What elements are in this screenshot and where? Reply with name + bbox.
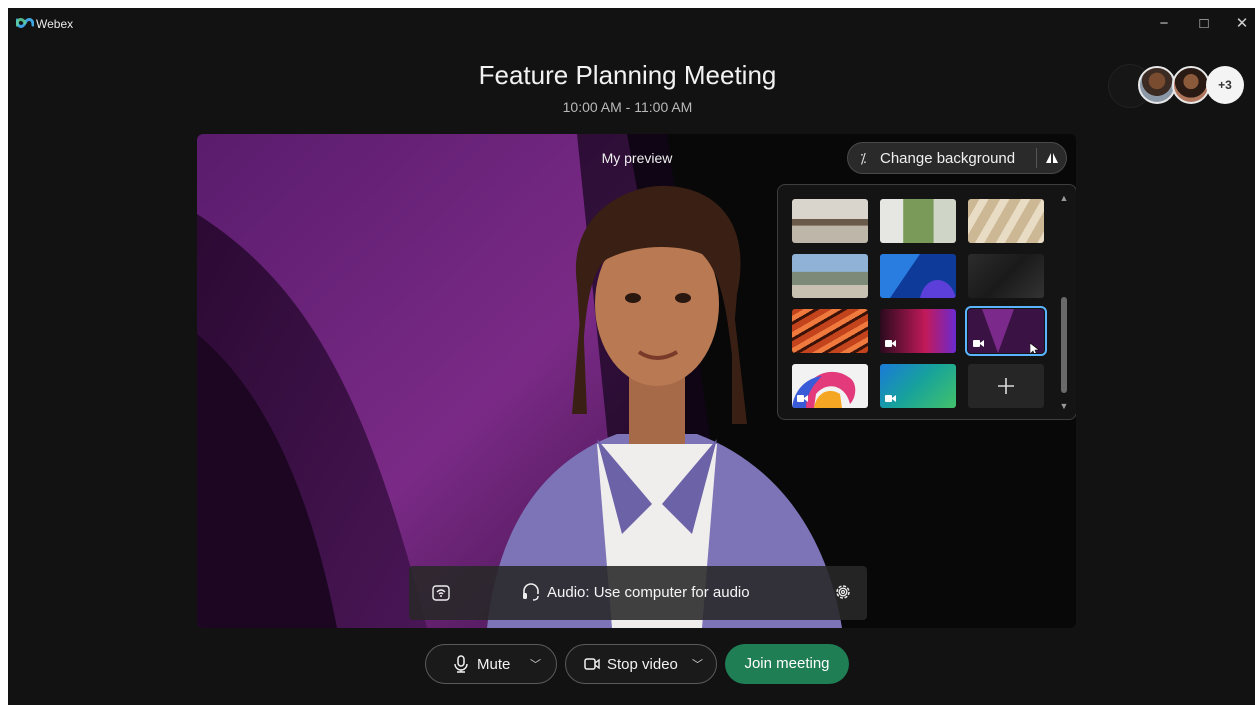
webex-logo-icon (16, 18, 34, 28)
avatar (1172, 66, 1210, 104)
video-background-icon (797, 395, 808, 402)
participant-avatars[interactable]: +3 (1108, 64, 1244, 108)
chevron-down-icon[interactable]: ﹀ (692, 656, 703, 672)
change-background-label: Change background (880, 150, 1016, 167)
background-thumbnail-pink-gradient[interactable] (880, 309, 956, 353)
join-meeting-button[interactable]: Join meeting (725, 644, 849, 684)
headset-icon (523, 583, 539, 601)
stop-video-button[interactable]: Stop video ﹀ (565, 644, 717, 684)
change-background-control: ⁒ Change background (847, 142, 1067, 174)
audio-bar: Audio: Use computer for audio (409, 566, 867, 620)
mouse-cursor-icon (1030, 343, 1040, 353)
stop-video-label: Stop video (607, 656, 678, 673)
scrollbar-thumb[interactable] (1061, 297, 1067, 393)
audio-connection-label[interactable]: Audio: Use computer for audio (547, 584, 750, 601)
preview-label: My preview (601, 150, 673, 166)
maximize-button[interactable]: □ (1192, 14, 1216, 34)
title-bar: Webex − □ ✕ (8, 8, 1255, 40)
magic-wand-icon: ⁒ (860, 150, 867, 166)
background-thumbnail-teal-gradient[interactable] (880, 364, 956, 408)
mute-button[interactable]: Mute ﹀ (425, 644, 557, 684)
close-button[interactable]: ✕ (1230, 14, 1254, 34)
background-thumbnail-sunlit-wall[interactable] (968, 199, 1044, 243)
app-name: Webex (36, 17, 74, 31)
background-thumbnail-greenhouse[interactable] (880, 199, 956, 243)
background-thumbnail-blue-shapes[interactable] (880, 254, 956, 298)
mute-label: Mute (477, 656, 511, 673)
more-participants-badge[interactable]: +3 (1206, 66, 1244, 104)
minimize-button[interactable]: − (1152, 14, 1176, 34)
video-preview: My preview ⁒ Change background ▲ ▼ Audio… (197, 134, 1076, 628)
avatar (1138, 66, 1176, 104)
video-background-icon (973, 340, 984, 347)
collapse-panel-button[interactable] (1037, 143, 1067, 173)
meeting-title: Feature Planning Meeting (478, 60, 777, 90)
chevron-down-icon[interactable]: ﹀ (530, 656, 541, 672)
meeting-time: 10:00 AM - 11:00 AM (562, 99, 693, 115)
background-thumbnail-room[interactable] (792, 199, 868, 243)
background-thumbnail-orange-marble[interactable] (792, 309, 868, 353)
mirror-icon (1046, 153, 1058, 163)
plus-icon (998, 378, 1014, 394)
background-picker-panel: ▲ ▼ (777, 184, 1076, 420)
meeting-controls: Mute ﹀ Stop video ﹀ Join meeting (8, 644, 1255, 684)
video-camera-icon (584, 658, 600, 670)
settings-gear-icon[interactable] (833, 582, 853, 602)
background-thumbnail-dark[interactable] (968, 254, 1044, 298)
video-background-icon (885, 340, 896, 347)
add-background-button[interactable] (968, 364, 1044, 408)
video-background-icon (885, 395, 896, 402)
background-thumbnail-ribbon[interactable] (792, 364, 868, 408)
background-thumbnail-purple-triangle[interactable] (965, 306, 1047, 356)
scroll-up-icon[interactable]: ▲ (1058, 193, 1070, 203)
change-background-button[interactable]: ⁒ Change background (848, 143, 1036, 173)
background-thumbnail-mountains[interactable] (792, 254, 868, 298)
background-panel-scrollbar[interactable]: ▲ ▼ (1058, 193, 1070, 411)
scroll-down-icon[interactable]: ▼ (1058, 401, 1070, 411)
webex-window: Webex − □ ✕ Feature Planning Meeting 10:… (8, 8, 1255, 705)
proximity-icon[interactable] (431, 583, 451, 603)
microphone-icon (454, 655, 468, 673)
